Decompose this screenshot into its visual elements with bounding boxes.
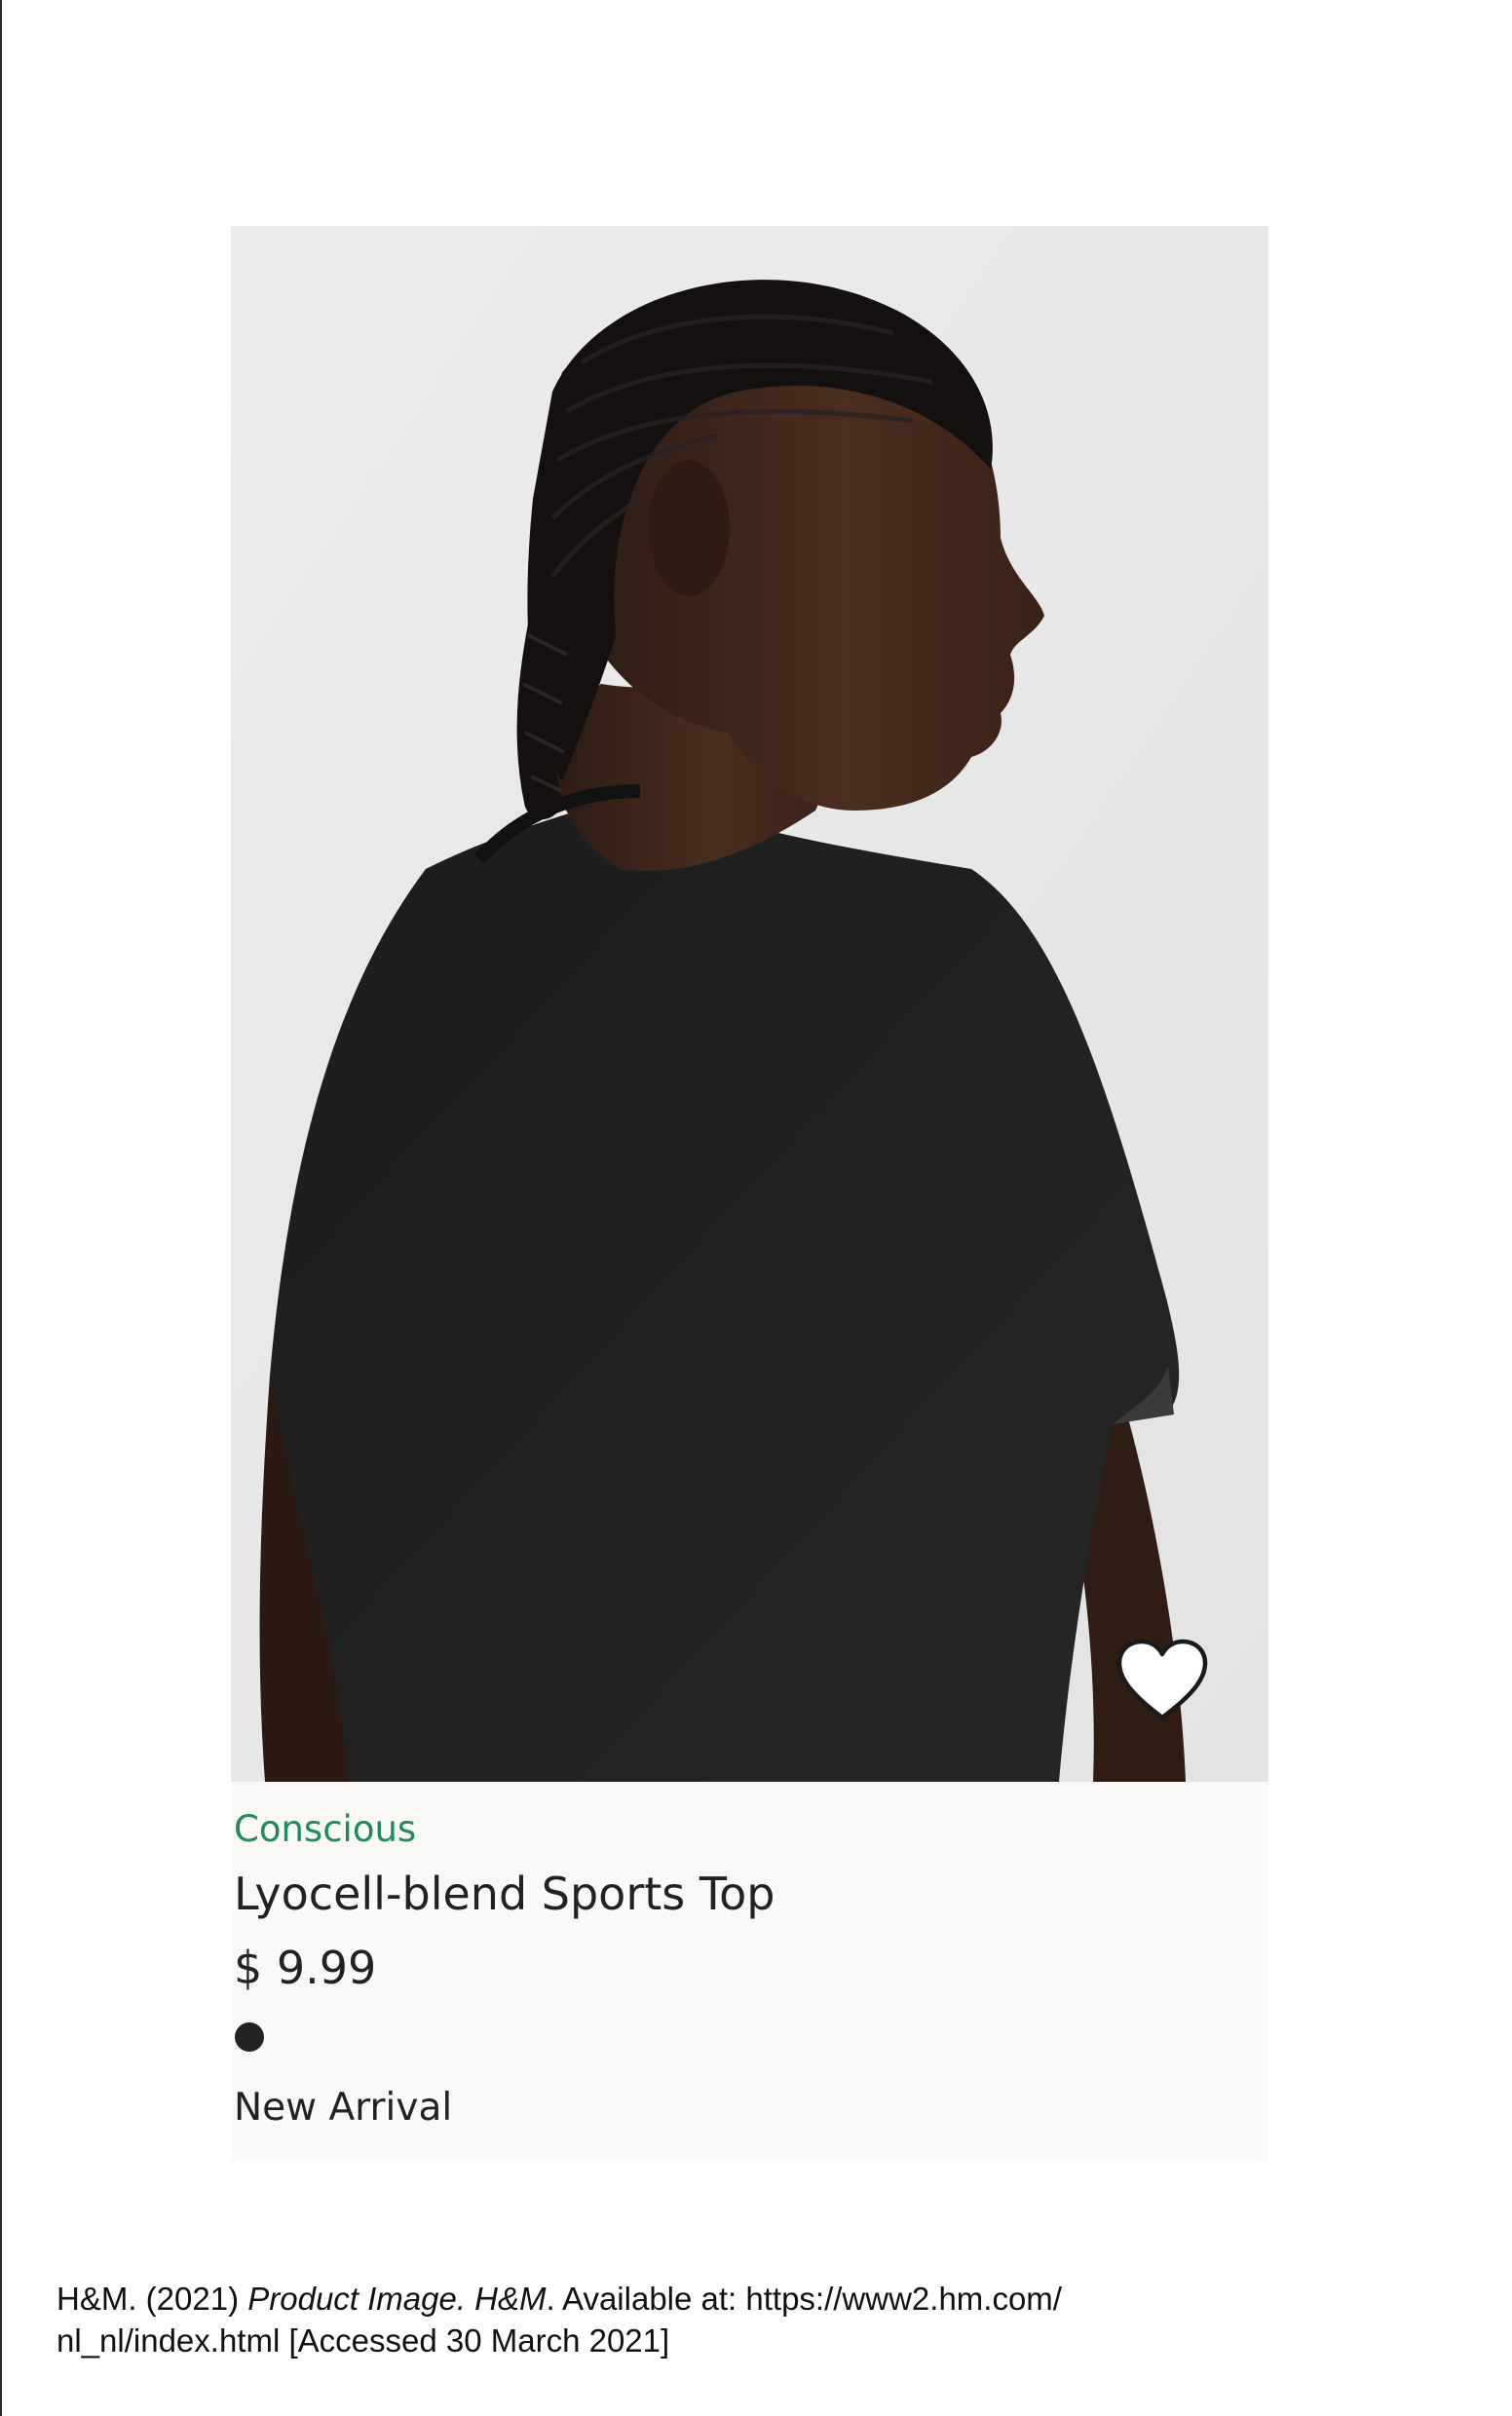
conscious-label: Conscious xyxy=(234,1808,417,1850)
product-card[interactable]: Conscious Lyocell-blend Sports Top $ 9.9… xyxy=(231,226,1268,2162)
citation-url-start: . Available at: https://www2.hm.com/ xyxy=(546,2281,1062,2317)
heart-outline-icon xyxy=(1116,1639,1208,1720)
citation-source: H&M. (2021) xyxy=(57,2281,248,2317)
favorite-button[interactable] xyxy=(1114,1636,1211,1725)
product-info: Conscious Lyocell-blend Sports Top $ 9.9… xyxy=(231,1782,1268,2157)
new-arrival-badge: New Arrival xyxy=(234,2086,453,2130)
citation-title: Product Image. H&M xyxy=(247,2281,547,2317)
page: Conscious Lyocell-blend Sports Top $ 9.9… xyxy=(0,0,1512,2416)
color-swatch-black[interactable] xyxy=(235,2022,264,2052)
image-citation: H&M. (2021) Product Image. H&M. Availabl… xyxy=(57,2278,1323,2361)
citation-line-1: H&M. (2021) Product Image. H&M. Availabl… xyxy=(57,2278,1323,2320)
citation-line-2: nl_nl/index.html [Accessed 30 March 2021… xyxy=(57,2322,670,2359)
product-price: $ 9.99 xyxy=(234,1942,377,1994)
page-edge-divider xyxy=(0,0,2,2416)
product-photo xyxy=(231,226,1268,1782)
product-image[interactable] xyxy=(231,226,1268,1782)
product-title[interactable]: Lyocell-blend Sports Top xyxy=(234,1865,1268,1935)
